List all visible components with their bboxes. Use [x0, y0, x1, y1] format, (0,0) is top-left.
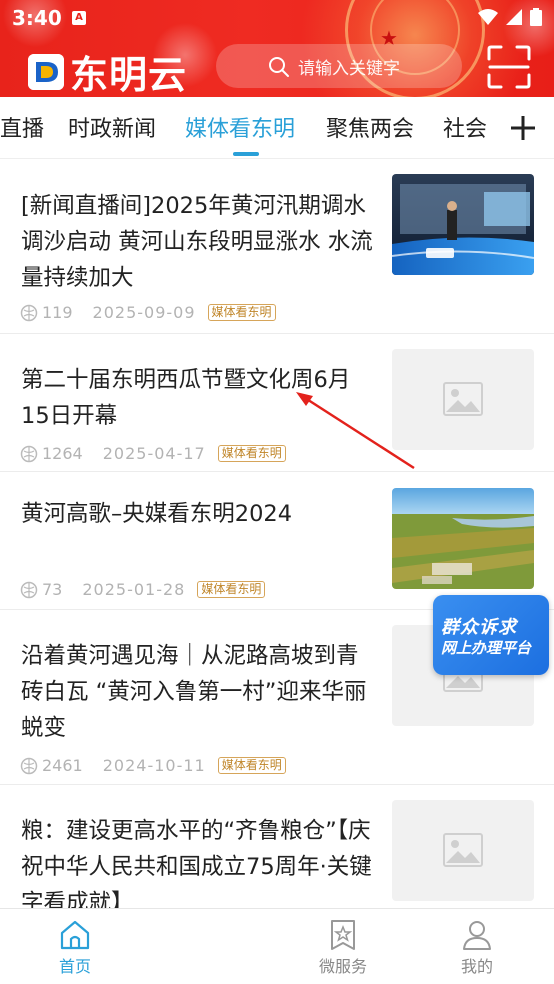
publish-date: 2025-01-28 [82, 580, 186, 599]
app-header: ★ 3:40 A 东明云 请输入关键字 [0, 0, 554, 97]
nav-home-label: 首页 [58, 957, 91, 976]
app-logo: 东明云 [28, 44, 187, 97]
view-count: 2461 [42, 756, 83, 775]
view-count: 1264 [42, 444, 83, 463]
tab-media-dongming[interactable]: 媒体看东明 [185, 111, 295, 143]
signal-icon [506, 9, 522, 25]
news-title: 粮：建设更高水平的“齐鲁粮仓”【庆祝中华人民共和国成立75周年·关键字看成就】 [21, 818, 372, 908]
tab-live[interactable]: 直播 [0, 111, 44, 143]
image-placeholder [392, 800, 534, 901]
scan-icon[interactable] [486, 44, 532, 90]
star-bookmark-icon [331, 920, 355, 950]
views-icon [20, 581, 38, 598]
publish-date: 2025-09-09 [92, 303, 196, 322]
status-time: 3:40 [12, 6, 62, 30]
image-placeholder-icon [443, 382, 483, 416]
news-title: 沿着黄河遇见海｜从泥路高坡到青砖白瓦 “黄河入鲁第一村”迎来华丽蜕变 [21, 643, 367, 741]
home-icon [60, 920, 90, 950]
category-tag: 媒体看东明 [197, 581, 266, 598]
bottom-navigation: 首页 微服务 我的 [0, 908, 554, 984]
nav-micro-services-label: 微服务 [318, 957, 367, 976]
view-count: 119 [42, 303, 73, 322]
news-meta: 119 2025-09-09 媒体看东明 [20, 303, 276, 322]
news-item[interactable]: [新闻直播间]2025年黄河汛期调水调沙启动 黄河山东段明显涨水 水流量持续加大… [0, 160, 554, 334]
float-badge-line1: 群众诉求 [441, 617, 517, 638]
aerial-farmland-image [392, 488, 534, 589]
news-item[interactable]: 粮：建设更高水平的“齐鲁粮仓”【庆祝中华人民共和国成立75周年·关键字看成就】 [0, 785, 554, 908]
image-placeholder-icon [443, 833, 483, 867]
tab-two-sessions[interactable]: 聚焦两会 [326, 111, 414, 143]
category-tabs: 直播 时政新闻 媒体看东明 聚焦两会 社会 [0, 97, 554, 159]
news-title: [新闻直播间]2025年黄河汛期调水调沙启动 黄河山东段明显涨水 水流量持续加大 [21, 193, 373, 291]
category-tag: 媒体看东明 [207, 304, 276, 321]
category-tag: 媒体看东明 [217, 757, 286, 774]
image-placeholder [392, 349, 534, 450]
tab-society[interactable]: 社会 [443, 111, 487, 143]
search-input[interactable]: 请输入关键字 [216, 44, 462, 88]
views-icon [20, 757, 38, 774]
cctv-studio-image [392, 174, 534, 275]
wifi-icon [478, 9, 498, 25]
user-icon [463, 921, 491, 950]
float-badge-line2: 网上办理平台 [441, 639, 532, 657]
nav-micro-services[interactable]: 微服务 [303, 919, 383, 977]
search-placeholder: 请输入关键字 [298, 58, 400, 79]
nav-mine-label: 我的 [460, 957, 493, 976]
status-bar: 3:40 A [0, 0, 554, 36]
news-item[interactable]: 黄河高歌–央媒看东明2024 73 2025-01-28 媒体看东明 [0, 472, 554, 610]
publish-date: 2025-04-17 [102, 444, 206, 463]
publish-date: 2024-10-11 [102, 756, 206, 775]
views-icon [20, 445, 38, 462]
notification-badge-icon: A [72, 11, 86, 25]
news-title: 第二十届东明西瓜节暨文化周6月15日开幕 [21, 367, 351, 429]
news-title: 黄河高歌–央媒看东明2024 [21, 501, 293, 527]
news-meta: 1264 2025-04-17 媒体看东明 [20, 444, 286, 463]
status-icons [478, 8, 542, 26]
nav-home[interactable]: 首页 [35, 919, 115, 977]
public-service-float-button[interactable]: 群众诉求 网上办理平台 [433, 595, 549, 675]
category-tag: 媒体看东明 [217, 445, 286, 462]
view-count: 73 [42, 580, 63, 599]
views-icon [20, 304, 38, 321]
logo-icon [28, 53, 64, 90]
logo-text: 东明云 [70, 52, 188, 97]
news-meta: 73 2025-01-28 媒体看东明 [20, 580, 266, 599]
search-icon [269, 57, 289, 77]
news-list: [新闻直播间]2025年黄河汛期调水调沙启动 黄河山东段明显涨水 水流量持续加大… [0, 160, 554, 908]
tab-politics[interactable]: 时政新闻 [68, 111, 156, 143]
active-tab-indicator [233, 152, 259, 156]
nav-mine[interactable]: 我的 [437, 919, 517, 977]
news-meta: 2461 2024-10-11 媒体看东明 [20, 756, 286, 775]
plus-icon[interactable] [506, 111, 540, 145]
news-item[interactable]: 第二十届东明西瓜节暨文化周6月15日开幕 1264 2025-04-17 媒体看… [0, 334, 554, 472]
battery-icon [530, 8, 542, 26]
